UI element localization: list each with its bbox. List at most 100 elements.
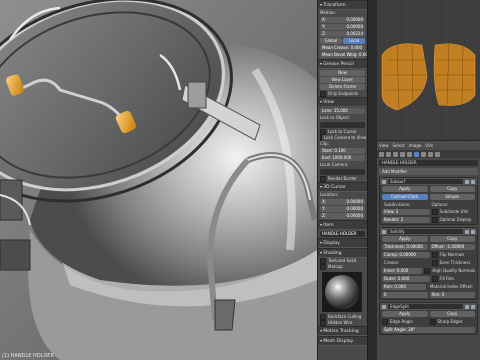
3d-viewport[interactable]: (1) HANDLE HOLDER <box>0 0 317 360</box>
material-tab-icon[interactable] <box>428 151 433 157</box>
checkbox-icon <box>382 319 388 325</box>
matcap-checkbox[interactable]: Matcap <box>318 264 367 270</box>
sharp-edges-checkbox[interactable]: Sharp Edges <box>429 319 476 325</box>
camera-icon[interactable] <box>471 229 475 234</box>
uv-menu-image[interactable]: Image <box>409 143 422 148</box>
crease-label: Crease: <box>384 260 400 265</box>
wrench-icon <box>382 304 386 309</box>
crease-inner-field[interactable]: Inner: 0.000 <box>382 268 423 274</box>
subsurf-modifier-header[interactable]: Subsurf <box>380 178 477 185</box>
solidify-modifier-panel: Solidify Apply Copy Thickness: 0.00000 O… <box>379 227 478 300</box>
subsurf-view-field[interactable]: View: 2 <box>382 209 430 215</box>
high-quality-normals-checkbox[interactable]: High Quality Normals <box>424 268 475 274</box>
simple-button[interactable]: Simple <box>429 194 475 200</box>
view-section-header[interactable]: View <box>318 97 367 107</box>
grease-pencil-section-header[interactable]: Grease Pencil <box>318 59 367 69</box>
mean-bevel-weight-field[interactable]: Mean Bevel Weig: 0.000 <box>320 52 367 58</box>
checkbox-icon <box>431 217 438 223</box>
shading-section-header[interactable]: Shading <box>318 248 367 258</box>
crease-rim-field[interactable]: Rim: 0.000 <box>382 284 426 290</box>
offset-field[interactable]: Offset: -1.00000 <box>429 244 475 250</box>
solidify-apply-button[interactable]: Apply <box>382 236 428 242</box>
uv-menu-select[interactable]: Select <box>393 143 405 148</box>
cursor-z-field[interactable]: Z: 0.00000 <box>320 213 365 219</box>
object-name-field[interactable]: HANDLE HOLDER <box>379 160 478 166</box>
data-tab-icon[interactable] <box>421 151 426 157</box>
eye-icon[interactable] <box>465 179 469 184</box>
render-tab-icon[interactable] <box>379 151 384 157</box>
uv-menu-view[interactable]: View <box>379 143 389 148</box>
scene-tab-icon[interactable] <box>386 151 391 157</box>
flip-normals-checkbox[interactable]: Flip Normals <box>431 252 476 258</box>
thickness-field[interactable]: Thickness: 0.00000 <box>382 244 428 250</box>
mean-crease-field[interactable]: Mean Crease: 0.000 <box>320 45 365 51</box>
edgesplit-copy-button[interactable]: Copy <box>429 311 475 317</box>
item-section-header[interactable]: Item <box>318 220 367 230</box>
wrench-icon <box>382 229 386 234</box>
local-camera-field[interactable] <box>320 169 365 175</box>
cursor-x-value: 0.00000 <box>346 199 363 204</box>
high-quality-normals-label: High Quality Normals <box>432 268 475 273</box>
edgesplit-apply-button[interactable]: Apply <box>382 311 428 317</box>
eye-icon[interactable] <box>465 229 469 234</box>
lens-field[interactable]: Lens: 35.000 <box>320 108 365 114</box>
3d-cursor-section-header[interactable]: 3D Cursor <box>318 182 367 192</box>
new-layer-button[interactable]: New Layer <box>320 77 365 83</box>
clip-end-field[interactable]: End: 1000.000 <box>320 155 365 161</box>
camera-icon[interactable] <box>471 179 475 184</box>
subsurf-name-field[interactable]: Subsurf <box>388 179 463 184</box>
delete-frame-button[interactable]: Delete Frame <box>320 84 365 90</box>
constraints-tab-icon[interactable] <box>407 151 412 157</box>
new-button[interactable]: New <box>320 70 365 76</box>
edge-angle-checkbox[interactable]: Edge Angle <box>382 319 428 325</box>
texture-tab-icon[interactable] <box>435 151 440 157</box>
uv-editor[interactable] <box>377 0 480 140</box>
local-button[interactable]: Local <box>343 38 365 44</box>
lock-object-field[interactable] <box>320 122 365 128</box>
object-tab-icon[interactable] <box>400 151 405 157</box>
crease-outer-field[interactable]: Outer: 0.000 <box>382 276 430 282</box>
material-rim-offset-field[interactable]: Rim: 0 <box>429 292 475 298</box>
subsurf-copy-button[interactable]: Copy <box>429 186 475 192</box>
edgesplit-name-field[interactable]: EdgeSplit <box>388 304 463 309</box>
clip-start-field[interactable]: Start: 0.100 <box>320 148 365 154</box>
fill-rim-label: Fill Rim <box>439 276 454 281</box>
subsurf-render-field[interactable]: Render: 2 <box>382 217 430 223</box>
solidify-copy-button[interactable]: Copy <box>429 236 475 242</box>
split-angle-field[interactable]: Split Angle: 30° <box>382 327 475 333</box>
subsurf-apply-button[interactable]: Apply <box>382 186 428 192</box>
cursor-y-field[interactable]: Y: 0.00000 <box>320 206 365 212</box>
world-tab-icon[interactable] <box>393 151 398 157</box>
transform-section-header[interactable]: Transform <box>318 0 367 10</box>
hidden-wire-label: Hidden Wire <box>328 320 353 325</box>
viewport-object-label: (1) HANDLE HOLDER <box>2 353 54 359</box>
modifiers-tab-icon[interactable] <box>414 151 419 157</box>
uv-menu-uvs[interactable]: UVs <box>425 143 433 148</box>
subdivide-uvs-checkbox[interactable]: Subdivide UVs <box>431 209 476 215</box>
fill-rim-checkbox[interactable]: Fill Rim <box>431 276 476 282</box>
material-offset-field[interactable]: 0 <box>382 292 428 298</box>
item-name-field[interactable]: HANDLE HOLDER <box>320 231 365 237</box>
mesh-display-section-header[interactable]: Mesh Display <box>318 336 367 346</box>
median-x-field[interactable]: X: 0.00000 <box>320 17 365 23</box>
solidify-name-field[interactable]: Solidify <box>388 229 463 234</box>
eye-icon[interactable] <box>465 304 469 309</box>
solidify-modifier-header[interactable]: Solidify <box>380 228 477 235</box>
properties-editor: HANDLE HOLDER Add Modifier Subsurf Apply… <box>377 150 480 360</box>
camera-icon[interactable] <box>471 304 475 309</box>
catmull-clark-button[interactable]: Catmull-Clark <box>382 194 428 200</box>
display-section-header[interactable]: Display <box>318 238 367 248</box>
wrench-icon <box>382 179 386 184</box>
even-thickness-checkbox[interactable]: Even Thickness <box>431 260 476 266</box>
median-z-field[interactable]: Z: 0.00224 <box>320 31 365 37</box>
cursor-x-field[interactable]: X: 0.00000 <box>320 199 365 205</box>
global-button[interactable]: Global <box>320 38 342 44</box>
median-y-field[interactable]: Y: 0.00000 <box>320 24 365 30</box>
matcap-preview[interactable] <box>322 272 362 312</box>
motion-tracking-section-header[interactable]: Motion Tracking <box>318 326 367 336</box>
edgesplit-modifier-header[interactable]: EdgeSplit <box>380 303 477 310</box>
clamp-field[interactable]: Clamp: 0.00000 <box>382 252 430 258</box>
optimal-display-checkbox[interactable]: Optimal Display <box>431 217 476 223</box>
axis-label: Y: <box>322 206 326 211</box>
add-modifier-button[interactable]: Add Modifier <box>379 168 478 175</box>
